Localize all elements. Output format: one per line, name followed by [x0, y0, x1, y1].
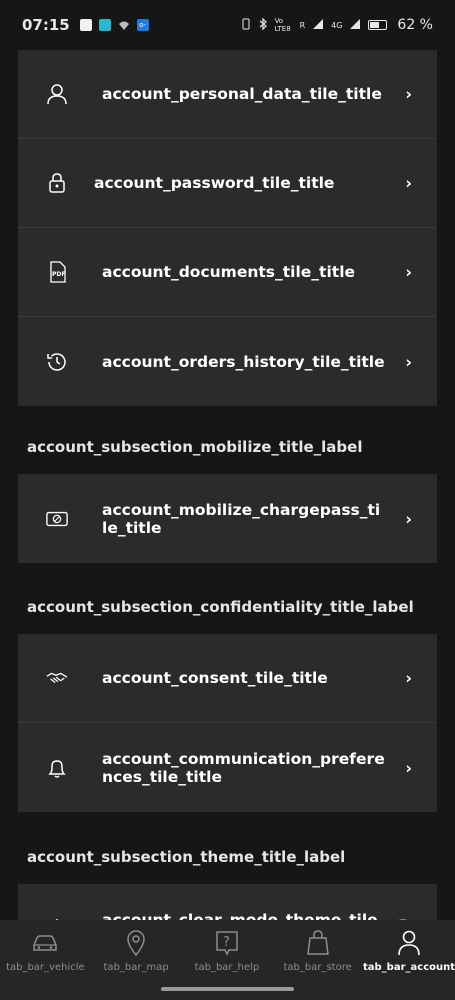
vibrate-icon: [240, 18, 252, 33]
notification-app-icon: o-: [136, 19, 149, 31]
chevron-right-icon: ›: [405, 352, 412, 371]
chargepass-icon: [46, 508, 68, 530]
tile-title: account_consent_tile_title: [102, 669, 328, 687]
bluetooth-icon: [259, 17, 268, 33]
consent-tile[interactable]: account_consent_tile_title ›: [18, 634, 437, 723]
tab-label: tab_bar_account: [363, 962, 455, 973]
chevron-right-icon: ›: [405, 509, 412, 528]
documents-tile[interactable]: PDF account_documents_tile_title ›: [18, 228, 437, 317]
lock-icon: [46, 172, 68, 194]
account-icon: [396, 930, 422, 956]
tile-title: account_mobilize_chargepass_tile_title: [102, 500, 381, 537]
help-icon: ?: [214, 930, 240, 956]
tab-label: tab_bar_map: [103, 962, 169, 973]
battery-icon: [368, 20, 388, 30]
password-tile[interactable]: account_password_tile_title ›: [18, 139, 437, 228]
account-settings-list[interactable]: account_personal_data_tile_title › accou…: [0, 50, 455, 920]
chevron-right-icon: ›: [405, 758, 412, 777]
orders-history-tile[interactable]: account_orders_history_tile_title ›: [18, 317, 437, 406]
theme-tiles-group: account_clear_mode_theme_tile_title: [18, 884, 437, 920]
section-label-mobilize: account_subsection_mobilize_title_label: [27, 438, 363, 456]
battery-percentage: 62 %: [397, 17, 433, 33]
home-indicator[interactable]: [161, 987, 294, 991]
section-label-theme: account_subsection_theme_title_label: [27, 848, 346, 866]
bell-icon: [46, 757, 68, 779]
signal-icon: [349, 18, 361, 33]
signal-icon: [312, 18, 324, 33]
chevron-right-icon: ›: [405, 173, 412, 193]
shopping-bag-icon: [305, 930, 331, 956]
network-type: Vo LTE8: [274, 17, 291, 33]
account-tiles-group: account_personal_data_tile_title › accou…: [18, 50, 437, 406]
mobilize-tiles-group: account_mobilize_chargepass_tile_title ›: [18, 474, 437, 563]
status-time: 07:15: [22, 16, 70, 34]
svg-text:?: ?: [223, 935, 230, 950]
tile-title: account_documents_tile_title: [102, 263, 356, 281]
tile-title: account_personal_data_tile_title: [102, 85, 382, 103]
person-icon: [46, 83, 68, 105]
tab-label: tab_bar_help: [194, 962, 260, 973]
tab-vehicle[interactable]: tab_bar_vehicle: [0, 920, 91, 1000]
chevron-right-icon: ›: [405, 84, 412, 104]
map-pin-icon: [123, 930, 149, 956]
chevron-right-icon: ›: [405, 262, 412, 282]
svg-text:PDF: PDF: [52, 271, 65, 278]
notification-app-icon: [98, 19, 111, 31]
pdf-icon: PDF: [46, 261, 68, 283]
tab-account[interactable]: tab_bar_account: [363, 920, 455, 1000]
communication-preferences-tile[interactable]: account_communication_preferences_tile_t…: [18, 723, 437, 812]
handshake-icon: [46, 667, 68, 689]
notification-app-icon: [79, 19, 92, 31]
section-label-confidentiality: account_subsection_confidentiality_title…: [27, 598, 414, 616]
signal-type: 4G: [331, 20, 343, 30]
confidentiality-tiles-group: account_consent_tile_title › account_com…: [18, 634, 437, 812]
status-bar: 07:15 o- Vo LTE8 R 4G 62 %: [0, 0, 455, 50]
tile-title: account_orders_history_tile_title: [102, 352, 385, 371]
tab-label: tab_bar_store: [283, 962, 352, 973]
chevron-right-icon: ›: [405, 668, 412, 688]
wifi-off-icon: [118, 19, 130, 31]
roaming-indicator: R: [299, 20, 306, 30]
tile-title: account_communication_preferences_tile_t…: [102, 749, 385, 786]
status-indicators: Vo LTE8 R 4G 62 %: [240, 17, 433, 33]
history-icon: [46, 351, 68, 373]
tile-title: account_clear_mode_theme_tile_title: [102, 910, 378, 921]
car-icon: [32, 930, 58, 956]
tile-title: account_password_tile_title: [94, 174, 335, 192]
personal-data-tile[interactable]: account_personal_data_tile_title ›: [18, 50, 437, 139]
tab-label: tab_bar_vehicle: [6, 962, 85, 973]
mobilize-chargepass-tile[interactable]: account_mobilize_chargepass_tile_title ›: [18, 474, 437, 563]
clear-mode-theme-tile[interactable]: account_clear_mode_theme_tile_title: [18, 884, 437, 920]
